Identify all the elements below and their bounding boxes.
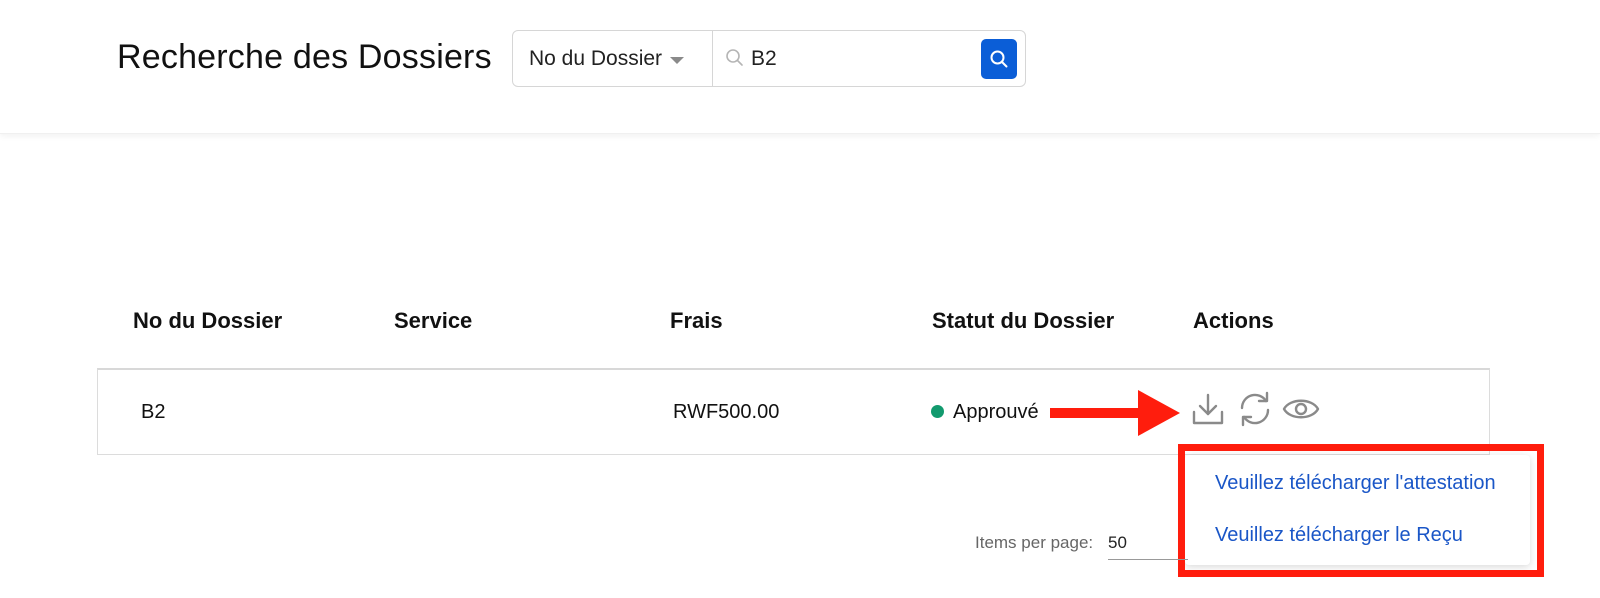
menu-item-download-attestation[interactable]: Veuillez télécharger l'attestation <box>1215 472 1496 495</box>
table-row: B2 RWF500.00 Approuvé <box>97 368 1490 455</box>
cell-fee: RWF500.00 <box>673 401 780 423</box>
column-header-file-no: No du Dossier <box>133 308 283 333</box>
refresh-icon[interactable] <box>1236 390 1274 428</box>
table-header: No du Dossier Service Frais Statut du Do… <box>97 308 1490 348</box>
annotation-arrow <box>1050 390 1180 436</box>
search-input-wrapper <box>713 31 1025 86</box>
cell-file-no: B2 <box>141 401 166 423</box>
menu-item-download-receipt[interactable]: Veuillez télécharger le Reçu <box>1215 524 1463 547</box>
column-header-service: Service <box>394 308 473 333</box>
page-title: Recherche des Dossiers <box>117 38 492 76</box>
items-per-page-select[interactable]: 50 <box>1108 530 1188 560</box>
status-dot <box>931 405 944 418</box>
search-bar: No du Dossier <box>512 30 1026 87</box>
search-icon <box>990 50 1008 68</box>
column-header-status: Statut du Dossier <box>932 308 1115 333</box>
column-header-fee: Frais <box>670 308 723 333</box>
items-per-page-label: Items per page: <box>975 533 1094 552</box>
search-input[interactable] <box>713 31 963 86</box>
search-button[interactable] <box>981 39 1017 79</box>
status-label: Approuvé <box>953 401 1039 423</box>
download-icon[interactable] <box>1191 391 1225 427</box>
search-icon <box>726 49 743 66</box>
page-header: Recherche des Dossiers No du Dossier <box>0 0 1600 134</box>
column-header-actions: Actions <box>1193 308 1274 333</box>
download-menu: Veuillez télécharger l'attestation Veuil… <box>1185 455 1530 565</box>
search-filter-label: No du Dossier <box>529 46 663 70</box>
items-per-page-value: 50 <box>1108 533 1127 552</box>
eye-icon[interactable] <box>1282 392 1320 426</box>
search-filter-select[interactable]: No du Dossier <box>513 31 713 86</box>
cell-status: Approuvé <box>931 401 1039 424</box>
chevron-down-icon <box>670 56 685 64</box>
